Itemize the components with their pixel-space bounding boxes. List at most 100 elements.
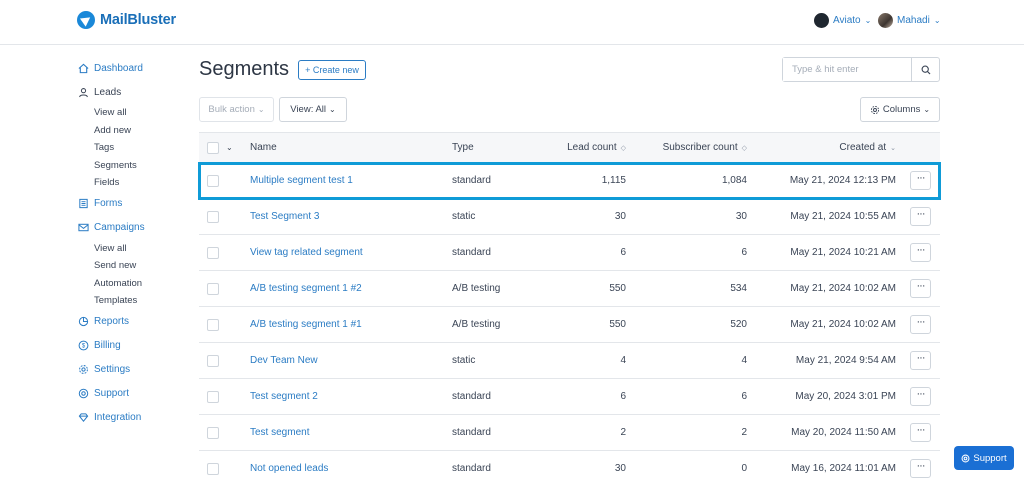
bulk-action-label: Bulk action [208,104,255,115]
sidebar-subitem-leads-add-new[interactable]: Add new [77,122,197,140]
row-checkbox[interactable] [207,210,219,223]
lead-count: 1,115 [601,175,626,186]
bulk-action-button[interactable]: Bulk action ⌄ [199,97,274,122]
sidebar-subitem-leads-view-all[interactable]: View all [77,104,197,122]
sidebar-item-billing[interactable]: $ Billing [77,334,197,358]
segment-name-link[interactable]: Multiple segment test 1 [250,163,353,198]
more-options-button[interactable]: ··· [910,315,931,334]
table-row[interactable]: Test Segment 3 static 30 30 May 21, 2024 10:… [199,199,940,235]
table-row[interactable]: Test segment 2 standard 6 6 May 20, 2024 3:0… [199,379,940,415]
segment-name-link[interactable]: Test segment 2 [250,379,318,414]
sidebar-item-label: Billing [94,340,121,351]
select-all-checkbox[interactable] [207,141,219,154]
segment-name-link[interactable]: Test Segment 3 [250,199,319,234]
row-select[interactable] [207,235,219,270]
sidebar-subitem-leads-segments[interactable]: Segments [77,157,197,175]
table-row[interactable]: Dev Team New static 4 4 May 21, 2024 9:54 AM… [199,343,940,379]
row-select[interactable] [207,199,219,234]
view-filter-dropdown[interactable]: View: All ⌄ [279,97,347,122]
more-options-button[interactable]: ··· [910,387,931,406]
org-switcher[interactable]: Aviato ⌄ [814,13,871,28]
header-lead-count[interactable]: Lead count ◇ [529,133,626,162]
subscriber-count: 30 [735,211,747,222]
header-type[interactable]: Type [452,133,474,162]
table-row[interactable]: A/B testing segment 1 #2 A/B testing 550 53… [199,271,940,307]
row-select[interactable] [207,451,219,481]
table-row[interactable]: Test segment standard 2 2 May 20, 2024 11:50… [199,415,940,451]
row-select[interactable] [207,343,219,378]
row-checkbox[interactable] [207,462,219,475]
segment-type: standard [452,463,491,474]
row-checkbox[interactable] [207,318,219,331]
row-select[interactable] [207,271,219,306]
more-options-button[interactable]: ··· [910,207,931,226]
more-options-button[interactable]: ··· [910,423,931,442]
row-checkbox[interactable] [207,426,219,439]
row-actions: ··· [910,235,931,270]
search-input[interactable] [783,58,911,81]
chevron-down-icon[interactable]: ⌄ [226,143,233,152]
sidebar-item-support[interactable]: Support [77,382,197,406]
header-name[interactable]: Name [250,133,277,162]
sidebar-subitem-campaigns-view-all[interactable]: View all [77,240,197,258]
more-options-button[interactable]: ··· [910,243,931,262]
sidebar-item-campaigns[interactable]: Campaigns [77,216,197,240]
header-subscriber-count[interactable]: Subscriber count ◇ [649,133,747,162]
segment-name-link[interactable]: Dev Team New [250,343,318,378]
segment-name-link[interactable]: Not opened leads [250,451,328,481]
sidebar-subitem-campaigns-templates[interactable]: Templates [77,292,197,310]
select-all-control[interactable]: ⌄ [207,133,233,162]
sidebar-item-integration[interactable]: Integration [77,406,197,430]
more-options-button[interactable]: ··· [910,459,931,478]
sidebar-item-dashboard[interactable]: Dashboard [77,56,197,80]
sidebar-subitem-campaigns-send-new[interactable]: Send new [77,257,197,275]
segment-name-link[interactable]: Test segment [250,415,309,450]
lead-count: 4 [620,355,626,366]
row-checkbox[interactable] [207,174,219,187]
more-icon: ··· [916,316,926,328]
segment-name-link[interactable]: A/B testing segment 1 #2 [250,271,362,306]
table-row[interactable]: A/B testing segment 1 #1 A/B testing 550 52… [199,307,940,343]
more-options-button[interactable]: ··· [910,279,931,298]
table-row[interactable]: Multiple segment test 1 standard 1,115 1,08… [198,162,941,200]
header-created-at-label: Created at [839,142,887,153]
table-row[interactable]: View tag related segment standard 6 6 May 21… [199,235,940,271]
sidebar-item-reports[interactable]: Reports [77,310,197,334]
more-icon: ··· [916,460,926,472]
row-actions: ··· [910,271,931,306]
app-logo[interactable]: MailBluster [77,11,176,29]
row-actions: ··· [910,163,931,198]
segment-name-link[interactable]: View tag related segment [250,235,363,270]
sidebar-subitem-leads-fields[interactable]: Fields [77,174,197,192]
app-name: MailBluster [100,12,176,28]
create-new-button[interactable]: + Create new [298,60,366,80]
sidebar-subitem-campaigns-automation[interactable]: Automation [77,275,197,293]
lead-count: 30 [614,463,626,474]
header-created-at[interactable]: Created at ⌄ [759,133,896,162]
row-checkbox[interactable] [207,354,219,367]
more-options-button[interactable]: ··· [910,171,931,190]
segment-type: static [452,355,476,366]
row-checkbox[interactable] [207,246,219,259]
sidebar-item-forms[interactable]: Forms [77,192,197,216]
sidebar-subitem-leads-tags[interactable]: Tags [77,139,197,157]
sidebar-item-settings[interactable]: Settings [77,358,197,382]
user-menu[interactable]: Mahadi ⌄ [878,13,941,28]
more-options-button[interactable]: ··· [910,351,931,370]
table-row[interactable]: Not opened leads standard 30 0 May 16, 2024 … [199,451,940,481]
segment-name-link[interactable]: A/B testing segment 1 #1 [250,307,362,342]
row-select[interactable] [207,415,219,450]
row-select[interactable] [207,163,219,198]
sidebar-item-leads[interactable]: Leads [77,80,197,104]
row-checkbox[interactable] [207,390,219,403]
row-checkbox[interactable] [207,282,219,295]
search-button[interactable] [911,58,939,81]
created-at: May 16, 2024 11:01 AM [791,463,896,474]
row-select[interactable] [207,307,219,342]
pie-chart-icon [77,316,89,328]
support-widget-button[interactable]: Support [954,446,1014,470]
top-bar: MailBluster Aviato ⌄ Mahadi ⌄ [0,0,1024,45]
columns-button[interactable]: Columns ⌄ [860,97,940,122]
user-avatar [878,13,893,28]
row-select[interactable] [207,379,219,414]
